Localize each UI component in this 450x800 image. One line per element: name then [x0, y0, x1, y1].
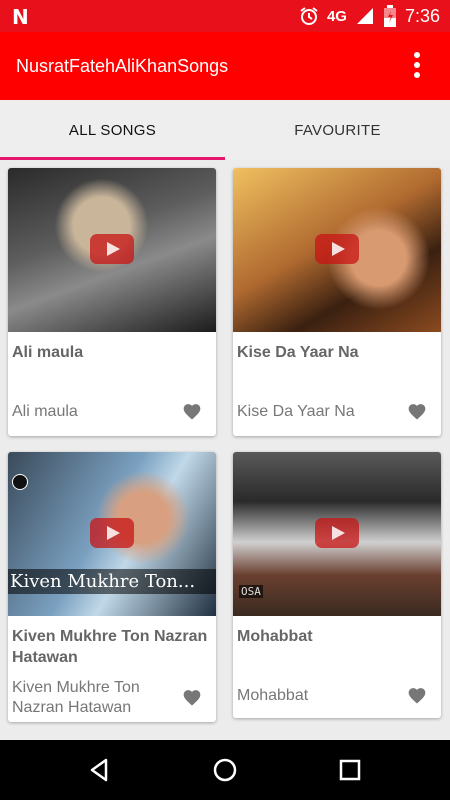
- signal-icon: [356, 8, 373, 24]
- thumbnail-caption: Kiven Mukhre Ton...: [8, 569, 216, 594]
- tab-favourite[interactable]: FAVOURITE: [225, 100, 450, 160]
- clock: 7:36: [404, 5, 440, 26]
- tab-all-songs-label: ALL SONGS: [68, 121, 157, 139]
- play-icon: [90, 518, 134, 548]
- song-title: Kise Da Yaar Na: [237, 344, 359, 361]
- song-thumbnail[interactable]: Kiven Mukhre Ton...: [8, 452, 216, 616]
- channel-play-icon: [12, 474, 28, 490]
- play-icon: [315, 518, 359, 548]
- battery-icon: [383, 5, 396, 27]
- song-thumbnail[interactable]: [233, 168, 441, 332]
- favourite-heart-icon[interactable]: [407, 686, 427, 706]
- app-title: NusratFatehAliKhanSongs: [16, 56, 229, 76]
- song-thumbnail[interactable]: [8, 168, 216, 332]
- favourite-heart-icon[interactable]: [407, 402, 427, 422]
- favourite-heart-icon[interactable]: [182, 402, 202, 422]
- song-subtitle: Ali maula: [12, 403, 78, 420]
- song-subtitle: Mohabbat: [237, 687, 309, 704]
- network-type: 4G: [326, 7, 347, 25]
- notification-n-icon: N: [12, 5, 29, 29]
- back-icon[interactable]: [86, 756, 114, 784]
- status-icons: 4G 7:36: [299, 0, 440, 32]
- tab-bar: ALL SONGS FAVOURITE: [0, 100, 450, 160]
- overflow-menu-icon[interactable]: [402, 50, 432, 80]
- song-card[interactable]: Kiven Mukhre Ton... Kiven Mukhre Ton Naz…: [8, 452, 216, 722]
- play-icon: [315, 234, 359, 264]
- tab-all-songs[interactable]: ALL SONGS: [0, 100, 225, 160]
- song-card[interactable]: Ali maula Ali maula: [8, 168, 216, 436]
- app-bar: NusratFatehAliKhanSongs: [0, 32, 450, 100]
- song-thumbnail[interactable]: OSA: [233, 452, 441, 616]
- song-card[interactable]: OSA Mohabbat Mohabbat: [233, 452, 441, 718]
- alarm-icon: [300, 7, 318, 25]
- song-card[interactable]: Kise Da Yaar Na Kise Da Yaar Na: [233, 168, 441, 436]
- song-grid: Ali maula Ali maula Kise Da Yaar Na Kise…: [0, 160, 450, 740]
- favourite-heart-icon[interactable]: [182, 688, 202, 708]
- song-subtitle: Kiven Mukhre Ton Nazran Hatawan: [12, 679, 140, 716]
- song-subtitle: Kise Da Yaar Na: [237, 403, 355, 420]
- home-icon[interactable]: [211, 756, 239, 784]
- tab-favourite-label: FAVOURITE: [294, 121, 381, 139]
- channel-watermark: OSA: [239, 585, 263, 598]
- recents-icon[interactable]: [336, 756, 364, 784]
- play-icon: [90, 234, 134, 264]
- song-title: Mohabbat: [237, 628, 313, 645]
- song-title: Ali maula: [12, 344, 84, 361]
- system-nav-bar: [0, 740, 450, 800]
- song-title: Kiven Mukhre Ton Nazran Hatawan: [12, 628, 208, 666]
- status-bar: N 4G 7:36: [0, 0, 450, 32]
